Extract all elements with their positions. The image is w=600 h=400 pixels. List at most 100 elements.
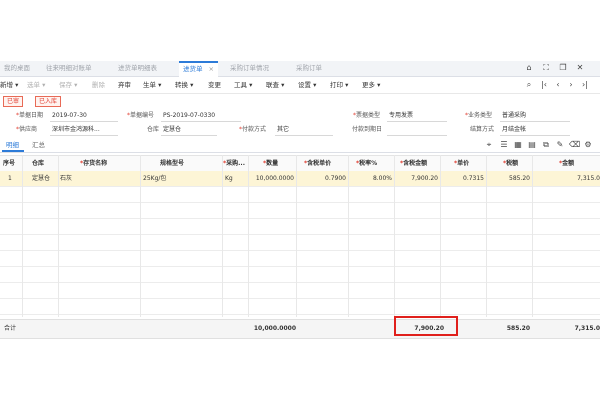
delete-row-icon[interactable]: ⌫: [569, 140, 580, 150]
tab-purchase-detail[interactable]: 进货单明细表: [118, 61, 157, 76]
tab-po-status[interactable]: 采购订单情况: [230, 61, 269, 76]
cell-unit-price-tax[interactable]: 0.7900: [300, 171, 346, 186]
col-unit-price[interactable]: *单价: [454, 156, 482, 171]
col-tax-rate[interactable]: *税率%: [356, 156, 386, 171]
cell-unit-price[interactable]: 0.7315: [440, 171, 484, 186]
change-button[interactable]: 变更: [208, 80, 221, 90]
unaudit-button[interactable]: 弃审: [118, 80, 131, 90]
first-icon[interactable]: |‹: [539, 80, 549, 90]
new-button[interactable]: 新增 ▾: [0, 80, 18, 90]
date-field[interactable]: 2019-07-30: [52, 111, 87, 120]
col-seq[interactable]: 序号: [3, 156, 23, 171]
biz-type-field[interactable]: 普通采购: [502, 111, 526, 120]
biz-type-label: *业务类型: [465, 112, 493, 119]
table-row[interactable]: [0, 187, 600, 203]
prev-icon[interactable]: ‹: [553, 80, 563, 90]
rows-icon[interactable]: ▤: [527, 140, 537, 150]
settings-icon[interactable]: ⚙: [583, 140, 593, 150]
cell-item-name[interactable]: 石灰: [60, 171, 130, 186]
date-label: *单据日期: [16, 112, 44, 119]
cell-warehouse[interactable]: 定慧仓: [32, 171, 56, 186]
delete-button[interactable]: 删除: [92, 80, 105, 90]
locate-icon[interactable]: ⌖: [484, 140, 494, 150]
table-row[interactable]: [0, 299, 600, 315]
warehouse-field[interactable]: 定慧仓: [163, 125, 181, 134]
settings-button[interactable]: 设置 ▾: [298, 80, 316, 90]
totals-row: 合计 10,000.0000 7,900.20 585.20 7,315.0: [0, 319, 600, 339]
filter-icon[interactable]: ☰: [499, 140, 509, 150]
vendor-field[interactable]: 深圳市金鸿源科...: [52, 125, 100, 134]
active-tab-underline: [2, 150, 24, 152]
tab-purchase-order[interactable]: 采购订单: [296, 61, 322, 76]
col-qty[interactable]: *数量: [263, 156, 293, 171]
table-row[interactable]: [0, 203, 600, 219]
totals-label: 合计: [4, 325, 17, 332]
cell-seq: 1: [8, 175, 12, 182]
cell-unit[interactable]: Kg: [225, 171, 245, 186]
tab-bar: 我的桌面 往来明细对账单 进货单明细表 进货单 × 采购订单情况 采购订单 ⌂ ⛶…: [0, 61, 600, 77]
col-item-name[interactable]: *存货名称: [80, 156, 120, 171]
total-highlight-box: [394, 316, 458, 336]
col-amount-tax[interactable]: *含税金额: [400, 156, 444, 171]
cell-tax-rate[interactable]: 8.00%: [350, 171, 392, 186]
totals-tax: 585.20: [506, 325, 530, 332]
col-amount[interactable]: *金额: [559, 156, 589, 171]
settle-label: 结算方式: [470, 126, 495, 133]
save-button[interactable]: 保存 ▾: [59, 80, 77, 90]
stocked-badge: 已入库: [35, 96, 62, 107]
more-button[interactable]: 更多 ▾: [362, 80, 380, 90]
columns-icon[interactable]: ▦: [513, 140, 523, 150]
doc-no-label: *单据编号: [127, 112, 155, 119]
tab-my-desktop[interactable]: 我的桌面: [4, 61, 30, 76]
col-unit-price-tax[interactable]: *含税单价: [304, 156, 348, 171]
copy-icon[interactable]: ⧉: [541, 140, 551, 150]
cell-spec[interactable]: 25Kg/包: [143, 171, 213, 186]
next-icon[interactable]: ›: [566, 80, 576, 90]
print-button[interactable]: 打印 ▾: [330, 80, 348, 90]
doc-no-field[interactable]: PS-2019-07-0330: [163, 111, 215, 120]
col-spec[interactable]: 规格型号: [160, 156, 200, 171]
select-source-button[interactable]: 选单 ▾: [27, 80, 45, 90]
last-icon[interactable]: ›|: [580, 80, 590, 90]
settle-field[interactable]: 月结金帐: [502, 125, 526, 134]
cell-qty[interactable]: 10,000.0000: [248, 171, 294, 186]
col-warehouse[interactable]: 仓库: [32, 156, 56, 171]
invoice-type-field[interactable]: 专用发票: [389, 111, 413, 120]
table-row[interactable]: [0, 267, 600, 283]
cell-tax[interactable]: 585.20: [488, 171, 530, 186]
tab-statement[interactable]: 往来明细对账单: [46, 61, 92, 76]
audited-badge: 已审: [3, 96, 24, 107]
totals-amount: 7,315.0: [574, 325, 600, 332]
col-tax[interactable]: *税额: [503, 156, 531, 171]
table-row[interactable]: [0, 283, 600, 299]
generate-button[interactable]: 生单 ▾: [143, 80, 161, 90]
table-row[interactable]: [0, 219, 600, 235]
table-row[interactable]: [0, 251, 600, 267]
cell-amount[interactable]: 7,315.0: [546, 171, 600, 186]
invoice-type-label: *票据类型: [353, 112, 381, 119]
convert-button[interactable]: 转换 ▾: [175, 80, 193, 90]
home-icon[interactable]: ⌂: [524, 63, 534, 73]
close-icon[interactable]: ✕: [575, 63, 585, 73]
tab-label: 进货单: [183, 65, 203, 73]
cell-amount-tax[interactable]: 7,900.20: [394, 171, 438, 186]
warehouse-label: 仓库: [147, 126, 160, 133]
tab-purchase-receipt[interactable]: 进货单 ×: [179, 61, 218, 77]
tab-summary[interactable]: 汇总: [32, 140, 45, 150]
table-row[interactable]: [0, 235, 600, 251]
tab-close-icon[interactable]: ×: [209, 65, 214, 73]
tools-button[interactable]: 工具 ▾: [234, 80, 252, 90]
totals-qty: 10,000.0000: [253, 325, 296, 332]
pay-method-field[interactable]: 其它: [277, 125, 289, 134]
col-purchase-unit[interactable]: *采购...: [223, 156, 251, 171]
search-icon[interactable]: ⌕: [524, 80, 534, 90]
tab-detail[interactable]: 明细: [6, 140, 19, 150]
table-row[interactable]: 1 定慧仓 石灰 25Kg/包 Kg 10,000.0000 0.7900 8.…: [0, 171, 600, 187]
detail-tabs: 明细 汇总 ⌖ ☰ ▦ ▤ ⧉ ✎ ⌫ ⚙: [0, 138, 600, 153]
edit-icon[interactable]: ✎: [555, 140, 565, 150]
toolbar: 新增 ▾ 选单 ▾ 保存 ▾ 删除 弃审 生单 ▾ 转换 ▾ 变更 工具 ▾ 联…: [0, 77, 600, 94]
restore-icon[interactable]: ❐: [558, 63, 568, 73]
expand-icon[interactable]: ⛶: [541, 63, 551, 73]
pay-method-label: *付款方式: [239, 126, 267, 133]
query-button[interactable]: 联查 ▾: [266, 80, 284, 90]
